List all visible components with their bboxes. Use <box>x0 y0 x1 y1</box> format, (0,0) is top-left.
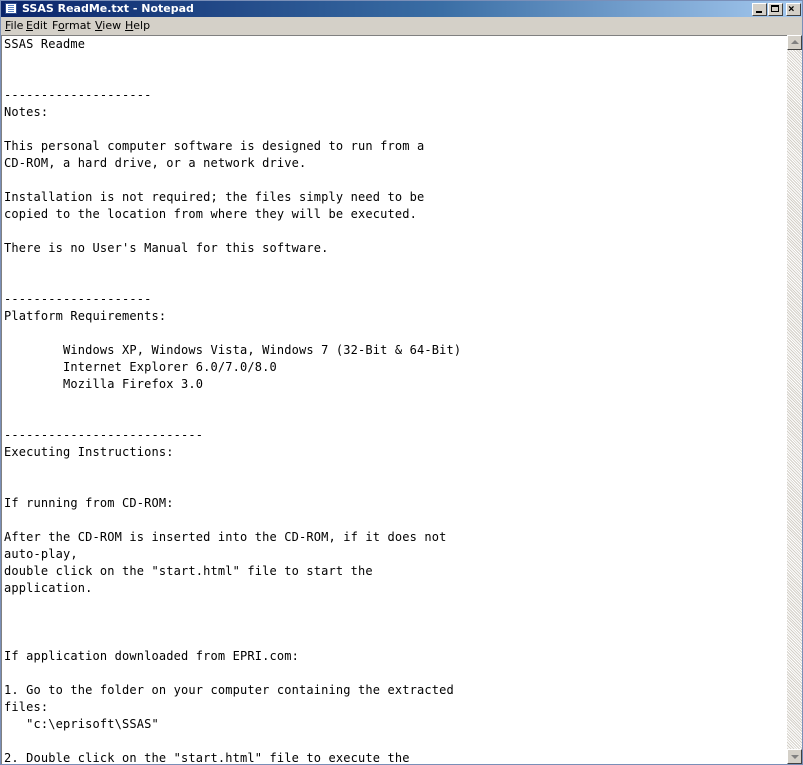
document-text[interactable]: SSAS Readme -------------------- Notes: … <box>4 36 461 764</box>
notepad-window: SSAS ReadMe.txt - Notepad × File Edit Fo… <box>0 0 803 765</box>
menu-edit[interactable]: Edit <box>26 19 47 33</box>
arrow-up-icon <box>791 40 799 44</box>
arrow-down-icon <box>791 755 799 759</box>
vertical-scrollbar[interactable] <box>787 35 802 764</box>
menu-bar: File Edit Format View Help <box>1 17 802 35</box>
minimize-button[interactable] <box>752 3 767 16</box>
close-button[interactable]: × <box>786 3 801 16</box>
title-bar[interactable]: SSAS ReadMe.txt - Notepad × <box>1 1 802 17</box>
minimize-icon <box>756 11 762 13</box>
menu-format[interactable]: Format <box>52 19 91 33</box>
menu-view[interactable]: View <box>95 19 121 33</box>
notepad-icon[interactable] <box>5 3 17 14</box>
window-title: SSAS ReadMe.txt - Notepad <box>22 2 194 15</box>
scroll-down-button[interactable] <box>787 749 802 764</box>
text-editor[interactable]: SSAS Readme -------------------- Notes: … <box>1 35 787 764</box>
close-icon: × <box>788 2 795 15</box>
scroll-up-button[interactable] <box>787 35 802 50</box>
maximize-icon <box>771 5 779 12</box>
maximize-button[interactable] <box>768 3 783 16</box>
menu-help[interactable]: Help <box>125 19 150 33</box>
menu-file[interactable]: File <box>5 19 23 33</box>
